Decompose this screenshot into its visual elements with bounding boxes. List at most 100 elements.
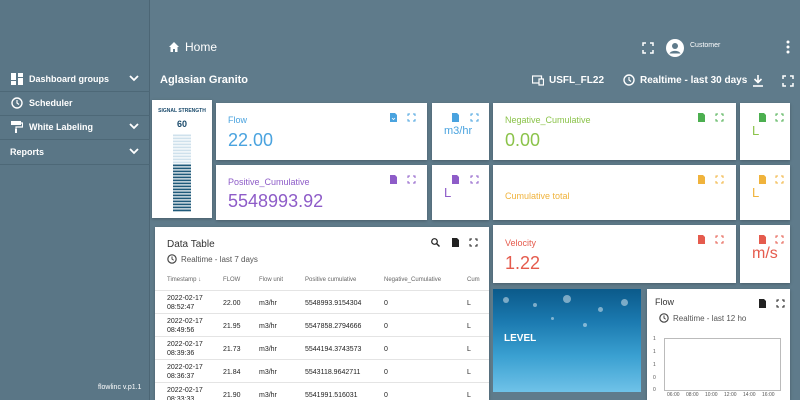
device-name: USFL_FL22 xyxy=(549,74,605,86)
export-file-icon[interactable] xyxy=(697,235,706,244)
cell-date: 2022-02-17 xyxy=(167,364,203,371)
table-row[interactable]: 2022-02-17 08:49:56 21.95 m3/hr 5547858.2794… xyxy=(155,313,489,336)
chart-subtitle: Realtime - last 12 ho xyxy=(673,313,747,323)
sidebar-item-dashboard-groups[interactable]: Dashboard groups xyxy=(0,67,150,91)
cell-flow: 21.90 xyxy=(223,392,241,399)
fullscreen-icon[interactable] xyxy=(469,238,478,247)
fullscreen-icon[interactable] xyxy=(407,175,416,184)
export-file-icon[interactable] xyxy=(389,175,398,184)
cell-cum: L xyxy=(467,392,471,399)
sidebar-item-white-labeling[interactable]: White Labeling xyxy=(0,115,150,139)
export-file-icon[interactable] xyxy=(697,175,706,184)
export-file-icon[interactable] xyxy=(451,175,460,184)
fullscreen-icon[interactable] xyxy=(715,175,724,184)
export-file-icon[interactable] xyxy=(758,113,767,122)
signal-bar xyxy=(173,200,191,203)
signal-bar xyxy=(173,191,191,194)
cell-unit: m3/hr xyxy=(259,346,277,353)
x-tick-label: 06:00 xyxy=(667,392,680,398)
fullscreen-icon[interactable] xyxy=(470,113,479,122)
sidebar-item-reports[interactable]: Reports xyxy=(0,140,150,164)
fullscreen-icon[interactable] xyxy=(641,41,655,55)
dashboard-grid-icon xyxy=(10,73,23,86)
cell-flow: 21.73 xyxy=(223,346,241,353)
x-tick-label: 16:00 xyxy=(762,392,775,398)
breadcrumb-label: Home xyxy=(185,40,218,54)
table-timewindow[interactable]: Realtime - last 7 days xyxy=(167,254,258,264)
column-header-cumulative[interactable]: Cum xyxy=(467,277,480,283)
cumulative-unit-card: L xyxy=(740,165,790,220)
export-file-icon[interactable] xyxy=(451,113,460,122)
table-row[interactable]: 2022-02-17 08:36:37 21.84 m3/hr 5543118.9642… xyxy=(155,359,489,382)
cell-cum: L xyxy=(467,300,471,307)
fullscreen-icon[interactable] xyxy=(715,235,724,244)
chevron-down-icon[interactable] xyxy=(128,145,140,157)
cell-flow: 21.84 xyxy=(223,369,241,376)
export-file-icon[interactable] xyxy=(758,299,767,308)
column-header-timestamp[interactable]: Timestamp ↓ xyxy=(167,277,201,283)
signal-gauge xyxy=(173,134,191,212)
download-icon[interactable] xyxy=(751,74,765,88)
avatar-icon[interactable] xyxy=(666,39,684,57)
cell-timestamp: 2022-02-17 08:49:56 xyxy=(167,317,203,335)
cell-timestamp: 2022-02-17 08:33:33 xyxy=(167,386,203,400)
sidebar-item-scheduler[interactable]: Scheduler xyxy=(0,91,150,115)
positive-unit-card: L xyxy=(432,165,489,220)
column-header-flow[interactable]: FLOW xyxy=(223,277,240,283)
search-icon[interactable] xyxy=(431,238,440,247)
device-selector[interactable]: USFL_FL22 xyxy=(531,74,605,86)
positive-cumulative-card: Positive_Cumulative 5548993.92 xyxy=(216,165,427,220)
table-row[interactable]: 2022-02-17 08:39:36 21.73 m3/hr 5544194.3743… xyxy=(155,336,489,359)
chevron-down-icon[interactable] xyxy=(128,72,140,84)
signal-bar xyxy=(173,170,191,173)
export-file-icon[interactable] xyxy=(697,113,706,122)
sidebar-item-label: White Labeling xyxy=(29,122,93,132)
chart-timewindow[interactable]: Realtime - last 12 ho xyxy=(659,313,746,323)
table-subtitle: Realtime - last 7 days xyxy=(181,254,258,264)
cell-date: 2022-02-17 xyxy=(167,295,203,302)
more-vert-icon[interactable] xyxy=(784,40,792,54)
export-file-icon[interactable] xyxy=(758,175,767,184)
cell-pos: 5541991.516031 xyxy=(305,392,358,399)
column-header-flow-unit[interactable]: Flow unit xyxy=(259,277,283,283)
fullscreen-icon[interactable] xyxy=(775,175,784,184)
bubble xyxy=(583,323,587,327)
table-row[interactable]: 2022-02-17 08:33:33 21.90 m3/hr 5541991.5160… xyxy=(155,382,489,400)
signal-bar xyxy=(173,161,191,164)
x-tick-label: 08:00 xyxy=(686,392,699,398)
fullscreen-icon[interactable] xyxy=(470,175,479,184)
breadcrumb-home[interactable]: Home xyxy=(168,40,217,54)
cell-date: 2022-02-17 xyxy=(167,318,203,325)
export-file-icon[interactable] xyxy=(758,235,767,244)
timewindow-selector[interactable]: Realtime - last 30 days xyxy=(623,74,747,86)
fullscreen-icon[interactable] xyxy=(775,113,784,122)
cell-neg: 0 xyxy=(384,323,388,330)
chart-title: Flow xyxy=(655,297,675,307)
chevron-down-icon[interactable] xyxy=(128,120,140,132)
cell-date: 2022-02-17 xyxy=(167,341,203,348)
user-name[interactable]: Customer xyxy=(690,42,720,49)
sidebar-item-label: Dashboard groups xyxy=(29,74,110,84)
sort-arrow-icon[interactable]: ↓ xyxy=(198,277,201,283)
fullscreen-icon[interactable] xyxy=(715,113,724,122)
fullscreen-icon[interactable] xyxy=(775,235,784,244)
card-title: Flow xyxy=(228,115,248,125)
cell-date: 2022-02-17 xyxy=(167,387,203,394)
fullscreen-icon[interactable] xyxy=(407,113,416,122)
fullscreen-icon[interactable] xyxy=(776,299,785,308)
export-file-icon[interactable] xyxy=(389,113,398,122)
cell-timestamp: 2022-02-17 08:52:47 xyxy=(167,294,203,312)
flow-unit-card: m3/hr xyxy=(432,103,489,160)
column-header-negative-cumulative[interactable]: Negative_Cumulative xyxy=(384,277,441,283)
table-row[interactable]: 2022-02-17 08:52:47 22.00 m3/hr 5548993.9154… xyxy=(155,290,489,313)
export-file-icon[interactable] xyxy=(451,238,460,247)
card-title: Velocity xyxy=(505,238,537,248)
column-header-positive-cumulative[interactable]: Positive cumulative xyxy=(305,277,356,283)
signal-bar xyxy=(173,176,191,179)
signal-bar xyxy=(173,194,191,197)
cell-unit: m3/hr xyxy=(259,323,277,330)
chart-plot-area xyxy=(664,338,781,391)
signal-label: SIGNAL STRENGTH xyxy=(158,108,206,114)
fullscreen-icon[interactable] xyxy=(781,74,795,88)
bubble xyxy=(551,317,554,320)
